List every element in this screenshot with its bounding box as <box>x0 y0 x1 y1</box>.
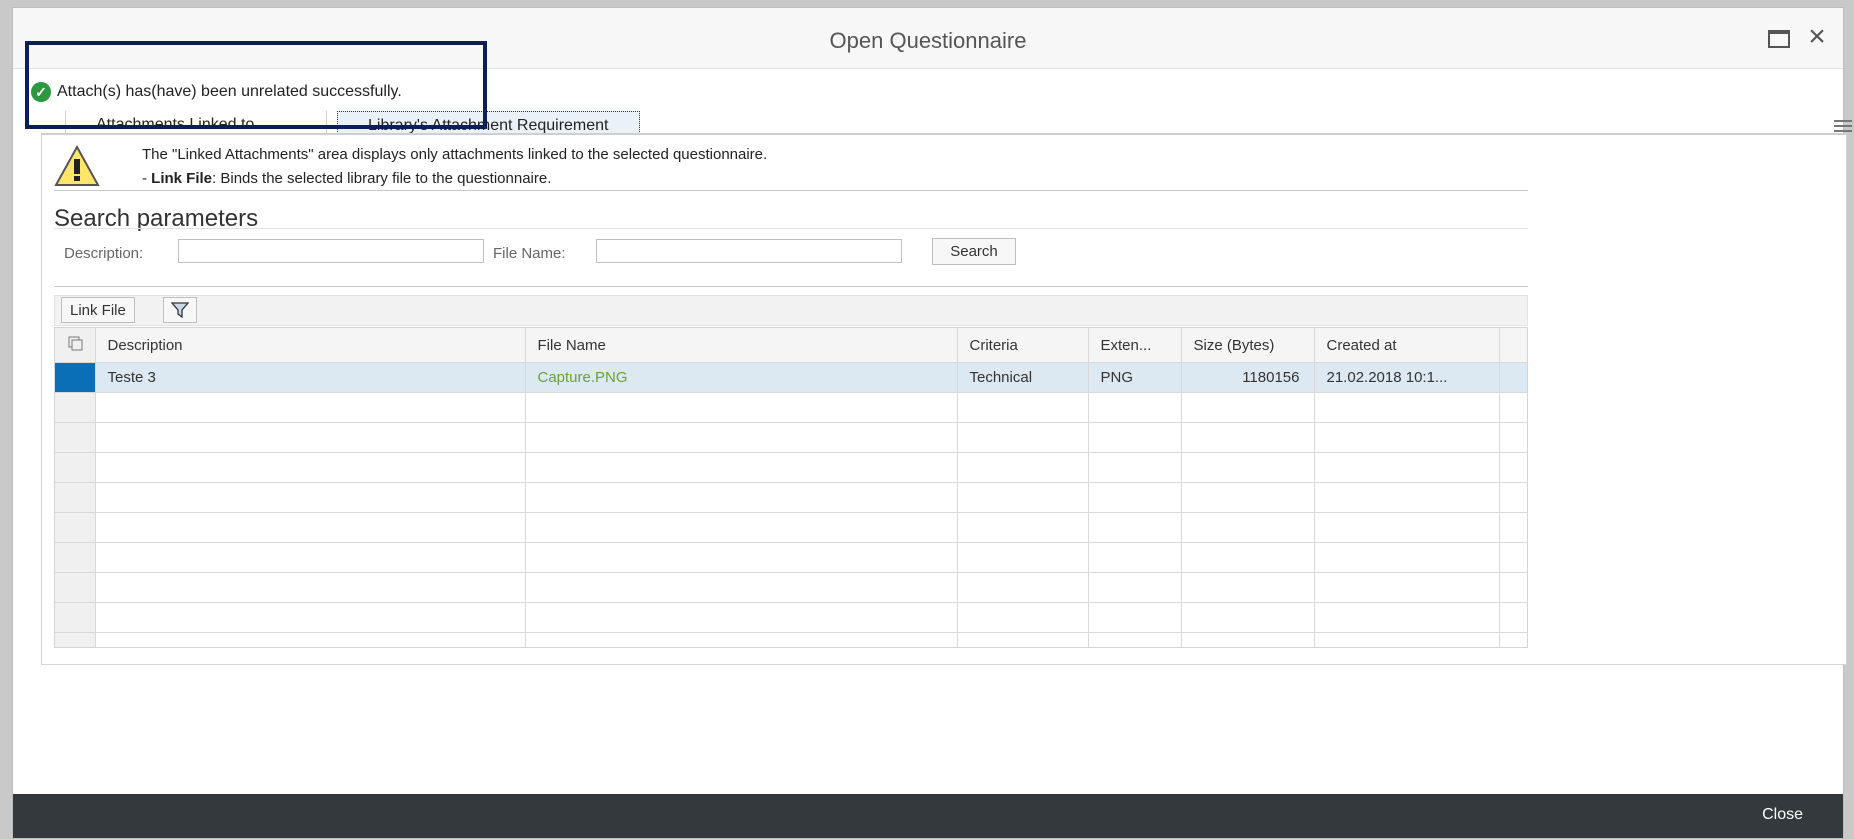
dialog-footer: Close <box>13 794 1843 838</box>
divider <box>54 190 1528 191</box>
column-header-created-at[interactable]: Created at <box>1314 328 1500 363</box>
row-selector[interactable] <box>55 362 96 393</box>
table-toolbar: Link File <box>54 295 1528 326</box>
info-line-1: The "Linked Attachments" area displays o… <box>142 146 768 163</box>
table-row[interactable]: Teste 3 Capture.PNG Technical PNG 118015… <box>55 362 1527 393</box>
dialog-title: Open Questionnaire <box>829 28 1027 53</box>
open-questionnaire-dialog: Open Questionnaire × ✓ Attach(s) has(hav… <box>12 7 1852 839</box>
description-input[interactable] <box>178 239 484 263</box>
file-name-input[interactable] <box>596 239 902 263</box>
success-check-icon: ✓ <box>31 82 51 102</box>
empty-row <box>55 392 1527 423</box>
cell-description: Teste 3 <box>95 362 526 393</box>
cell-created-at: 21.02.2018 10:1... <box>1314 362 1500 393</box>
link-file-button[interactable]: Link File <box>61 297 135 323</box>
empty-row <box>55 602 1527 633</box>
empty-row <box>55 632 1527 647</box>
empty-row <box>55 482 1527 513</box>
column-header-extension[interactable]: Exten... <box>1088 328 1182 363</box>
empty-row <box>55 512 1527 543</box>
cell-spacer <box>1499 362 1527 393</box>
divider <box>54 228 1528 229</box>
description-label: Description: <box>64 245 144 262</box>
cell-file-name-link[interactable]: Capture.PNG <box>525 362 958 393</box>
warning-icon <box>54 144 100 192</box>
table-header-row: Description File Name Criteria Exten... … <box>55 328 1527 363</box>
empty-row <box>55 572 1527 603</box>
info-line-2: - Link File: Binds the selected library … <box>142 170 552 187</box>
cell-extension: PNG <box>1088 362 1182 393</box>
tab-attachments-linked-to-items[interactable]: Attachments Linked to Items <box>65 111 327 151</box>
select-all-icon[interactable] <box>55 328 96 363</box>
cell-criteria: Technical <box>957 362 1089 393</box>
empty-row <box>55 452 1527 483</box>
success-message-text: Attach(s) has(have) been unrelated succe… <box>57 83 402 100</box>
success-message: ✓ Attach(s) has(have) been unrelated suc… <box>31 82 402 102</box>
file-name-label: File Name: <box>493 245 566 262</box>
column-header-criteria[interactable]: Criteria <box>957 328 1089 363</box>
filter-icon <box>171 302 189 318</box>
empty-row <box>55 542 1527 573</box>
filter-button[interactable] <box>163 297 197 323</box>
search-button[interactable]: Search <box>932 238 1016 265</box>
divider <box>54 286 1528 287</box>
attachments-table: Description File Name Criteria Exten... … <box>54 327 1528 648</box>
close-icon[interactable]: × <box>1806 22 1828 52</box>
close-button[interactable]: Close <box>1762 806 1803 824</box>
column-header-size[interactable]: Size (Bytes) <box>1181 328 1315 363</box>
dialog-titlebar: Open Questionnaire × <box>13 8 1843 69</box>
column-header-spacer <box>1499 328 1527 363</box>
info-link-file-term: Link File <box>151 170 213 187</box>
maximize-icon[interactable] <box>1768 30 1790 48</box>
tab-content-panel: The "Linked Attachments" area displays o… <box>41 133 1847 665</box>
column-header-description[interactable]: Description <box>95 328 526 363</box>
empty-row <box>55 422 1527 453</box>
column-header-file-name[interactable]: File Name <box>525 328 958 363</box>
cell-size: 1180156 <box>1181 362 1315 393</box>
